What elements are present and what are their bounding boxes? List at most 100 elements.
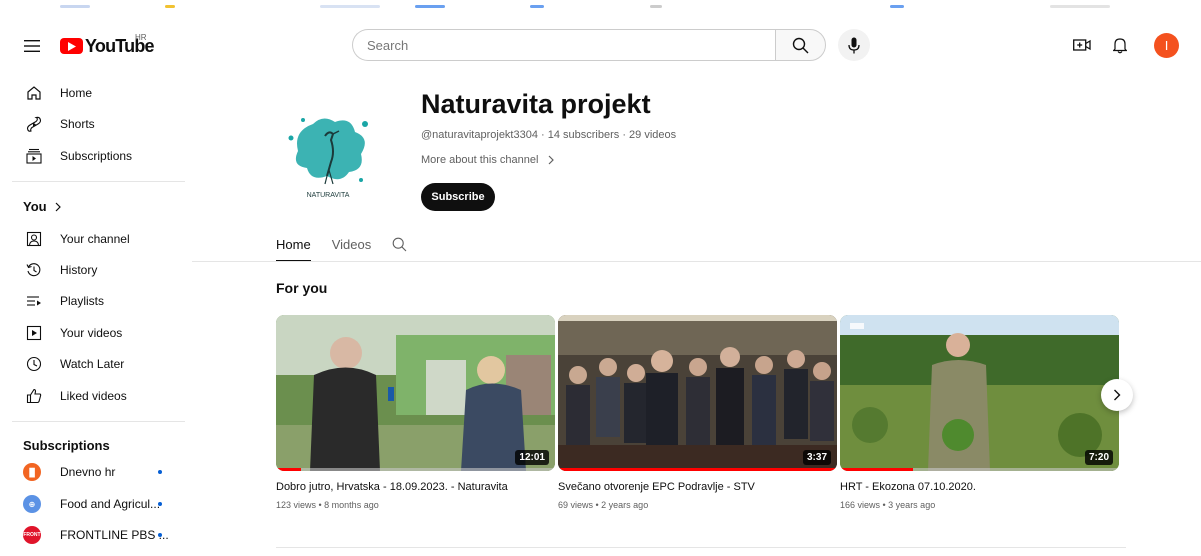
video-title[interactable]: HRT - Ekozona 07.10.2020. — [840, 481, 1115, 493]
create-button[interactable] — [1069, 32, 1095, 58]
video-thumbnail[interactable]: 7:20 — [840, 315, 1119, 471]
shorts-icon — [22, 112, 46, 136]
sidebar-item-label: Shorts — [60, 117, 95, 131]
chevron-right-icon — [548, 155, 555, 165]
masthead: YouTube HR I — [0, 14, 1201, 74]
notifications-button[interactable] — [1107, 32, 1133, 58]
video-duration: 12:01 — [515, 450, 549, 465]
history-icon — [22, 258, 46, 282]
sidebar-item-label: Home — [60, 86, 93, 100]
account-avatar[interactable]: I — [1154, 33, 1179, 58]
channel-avatar: ⊕ — [23, 495, 41, 513]
section-title: For you — [276, 280, 328, 296]
sidebar-divider — [12, 421, 185, 422]
more-about-channel-link[interactable]: More about this channel — [421, 154, 555, 166]
your-channel-icon — [22, 227, 46, 251]
sidebar-item-shorts[interactable]: Shorts — [10, 109, 185, 139]
subscription-label: Dnevno hr — [60, 465, 116, 479]
sidebar-item-label: Your channel — [60, 232, 130, 246]
video-duration: 3:37 — [802, 450, 831, 465]
menu-button[interactable] — [18, 32, 46, 60]
sidebar-item-your-channel[interactable]: Your channel — [10, 224, 185, 254]
sidebar-item-label: History — [60, 263, 98, 277]
video-thumbnail[interactable]: 3:37 — [558, 315, 837, 471]
subscription-label: FRONTLINE PBS ... — [60, 528, 169, 542]
subscription-label: Food and Agricul... — [60, 497, 161, 511]
country-code: HR — [135, 33, 147, 42]
tab-videos[interactable]: Videos — [332, 226, 372, 262]
new-content-dot — [158, 470, 162, 474]
video-meta: 69 views • 2 years ago — [558, 500, 649, 510]
channel-name: Naturavita projekt — [421, 89, 651, 119]
tab-home[interactable]: Home — [276, 226, 311, 262]
search-icon — [792, 37, 809, 53]
thumbnail-image — [840, 315, 1119, 471]
search-icon — [392, 237, 407, 251]
video-title[interactable]: Svečano otvorenje EPC Podravlje - STV — [558, 481, 833, 493]
channel-meta: @naturavitaprojekt3304 · 14 subscribers … — [421, 129, 677, 141]
search-bar — [352, 29, 826, 61]
carousel-next-button[interactable] — [1101, 379, 1133, 411]
top-strip — [0, 0, 1201, 14]
video-card[interactable]: 3:37 Svečano otvorenje EPC Podravlje - S… — [558, 315, 837, 510]
sidebar-item-label: Your videos — [60, 326, 123, 340]
sidebar-divider — [12, 181, 185, 182]
tab-search[interactable] — [392, 226, 407, 262]
naturavita-logo-image: NATURAVITA — [288, 118, 368, 199]
watch-later-icon — [22, 352, 46, 376]
video-card[interactable]: 7:20 HRT - Ekozona 07.10.2020. 166 views… — [840, 315, 1119, 510]
create-video-icon — [1073, 39, 1091, 51]
bell-icon — [1113, 37, 1127, 53]
video-thumbnail[interactable]: 12:01 — [276, 315, 555, 471]
microphone-icon — [848, 37, 860, 53]
channel-tabs: Home Videos — [276, 226, 428, 262]
subscriptions-icon — [22, 144, 46, 168]
playlists-icon — [22, 289, 46, 313]
watch-progress-bar — [276, 468, 302, 471]
chevron-right-icon — [1114, 389, 1121, 401]
more-about-label: More about this channel — [421, 154, 539, 166]
video-meta: 166 views • 3 years ago — [840, 500, 936, 510]
you-heading-label: You — [23, 199, 47, 214]
thumbnail-image — [276, 315, 555, 471]
logo-caption: NATURAVITA — [307, 192, 350, 199]
chevron-right-icon — [55, 202, 61, 211]
channel-logo: NATURAVITA — [273, 96, 383, 206]
sidebar-item-label: Watch Later — [60, 357, 125, 371]
hamburger-icon — [24, 40, 40, 52]
channel-avatar: ▐▌ — [23, 463, 41, 481]
video-card[interactable]: 12:01 Dobro jutro, Hrvatska - 18.09.2023… — [276, 315, 555, 510]
channel-avatar: FRONT — [23, 526, 41, 544]
video-meta: 123 views • 8 months ago — [276, 500, 379, 510]
video-duration: 7:20 — [1084, 450, 1113, 465]
search-input[interactable] — [352, 29, 775, 61]
thumbnail-image — [558, 315, 837, 471]
sidebar: Home Shorts Subscriptions You Your chann… — [0, 74, 190, 556]
your-videos-icon — [22, 321, 46, 345]
sidebar-item-liked-videos[interactable]: Liked videos — [10, 381, 185, 411]
tabs-divider — [192, 261, 1201, 262]
sidebar-item-label: Playlists — [60, 294, 105, 308]
sidebar-item-label: Liked videos — [60, 389, 127, 403]
you-section-heading[interactable]: You — [23, 199, 61, 214]
play-icon — [60, 38, 83, 54]
sidebar-item-subscriptions[interactable]: Subscriptions — [10, 141, 185, 171]
sidebar-item-label: Subscriptions — [60, 149, 133, 163]
watch-progress-bar — [558, 468, 837, 471]
new-content-dot — [158, 502, 162, 506]
watch-progress-bar — [840, 468, 913, 471]
sidebar-item-your-videos[interactable]: Your videos — [10, 318, 185, 348]
subscriptions-heading: Subscriptions — [23, 438, 110, 453]
section-divider — [276, 547, 1126, 548]
search-button[interactable] — [775, 29, 826, 61]
subscribe-button[interactable]: Subscribe — [421, 183, 495, 211]
video-title[interactable]: Dobro jutro, Hrvatska - 18.09.2023. - Na… — [276, 481, 551, 493]
sidebar-item-watch-later[interactable]: Watch Later — [10, 349, 185, 379]
voice-search-button[interactable] — [838, 29, 870, 61]
home-icon — [22, 81, 46, 105]
sidebar-item-history[interactable]: History — [10, 255, 185, 285]
new-content-dot — [158, 533, 162, 537]
sidebar-item-home[interactable]: Home — [10, 78, 185, 108]
sidebar-item-playlists[interactable]: Playlists — [10, 286, 185, 316]
liked-videos-icon — [22, 384, 46, 408]
